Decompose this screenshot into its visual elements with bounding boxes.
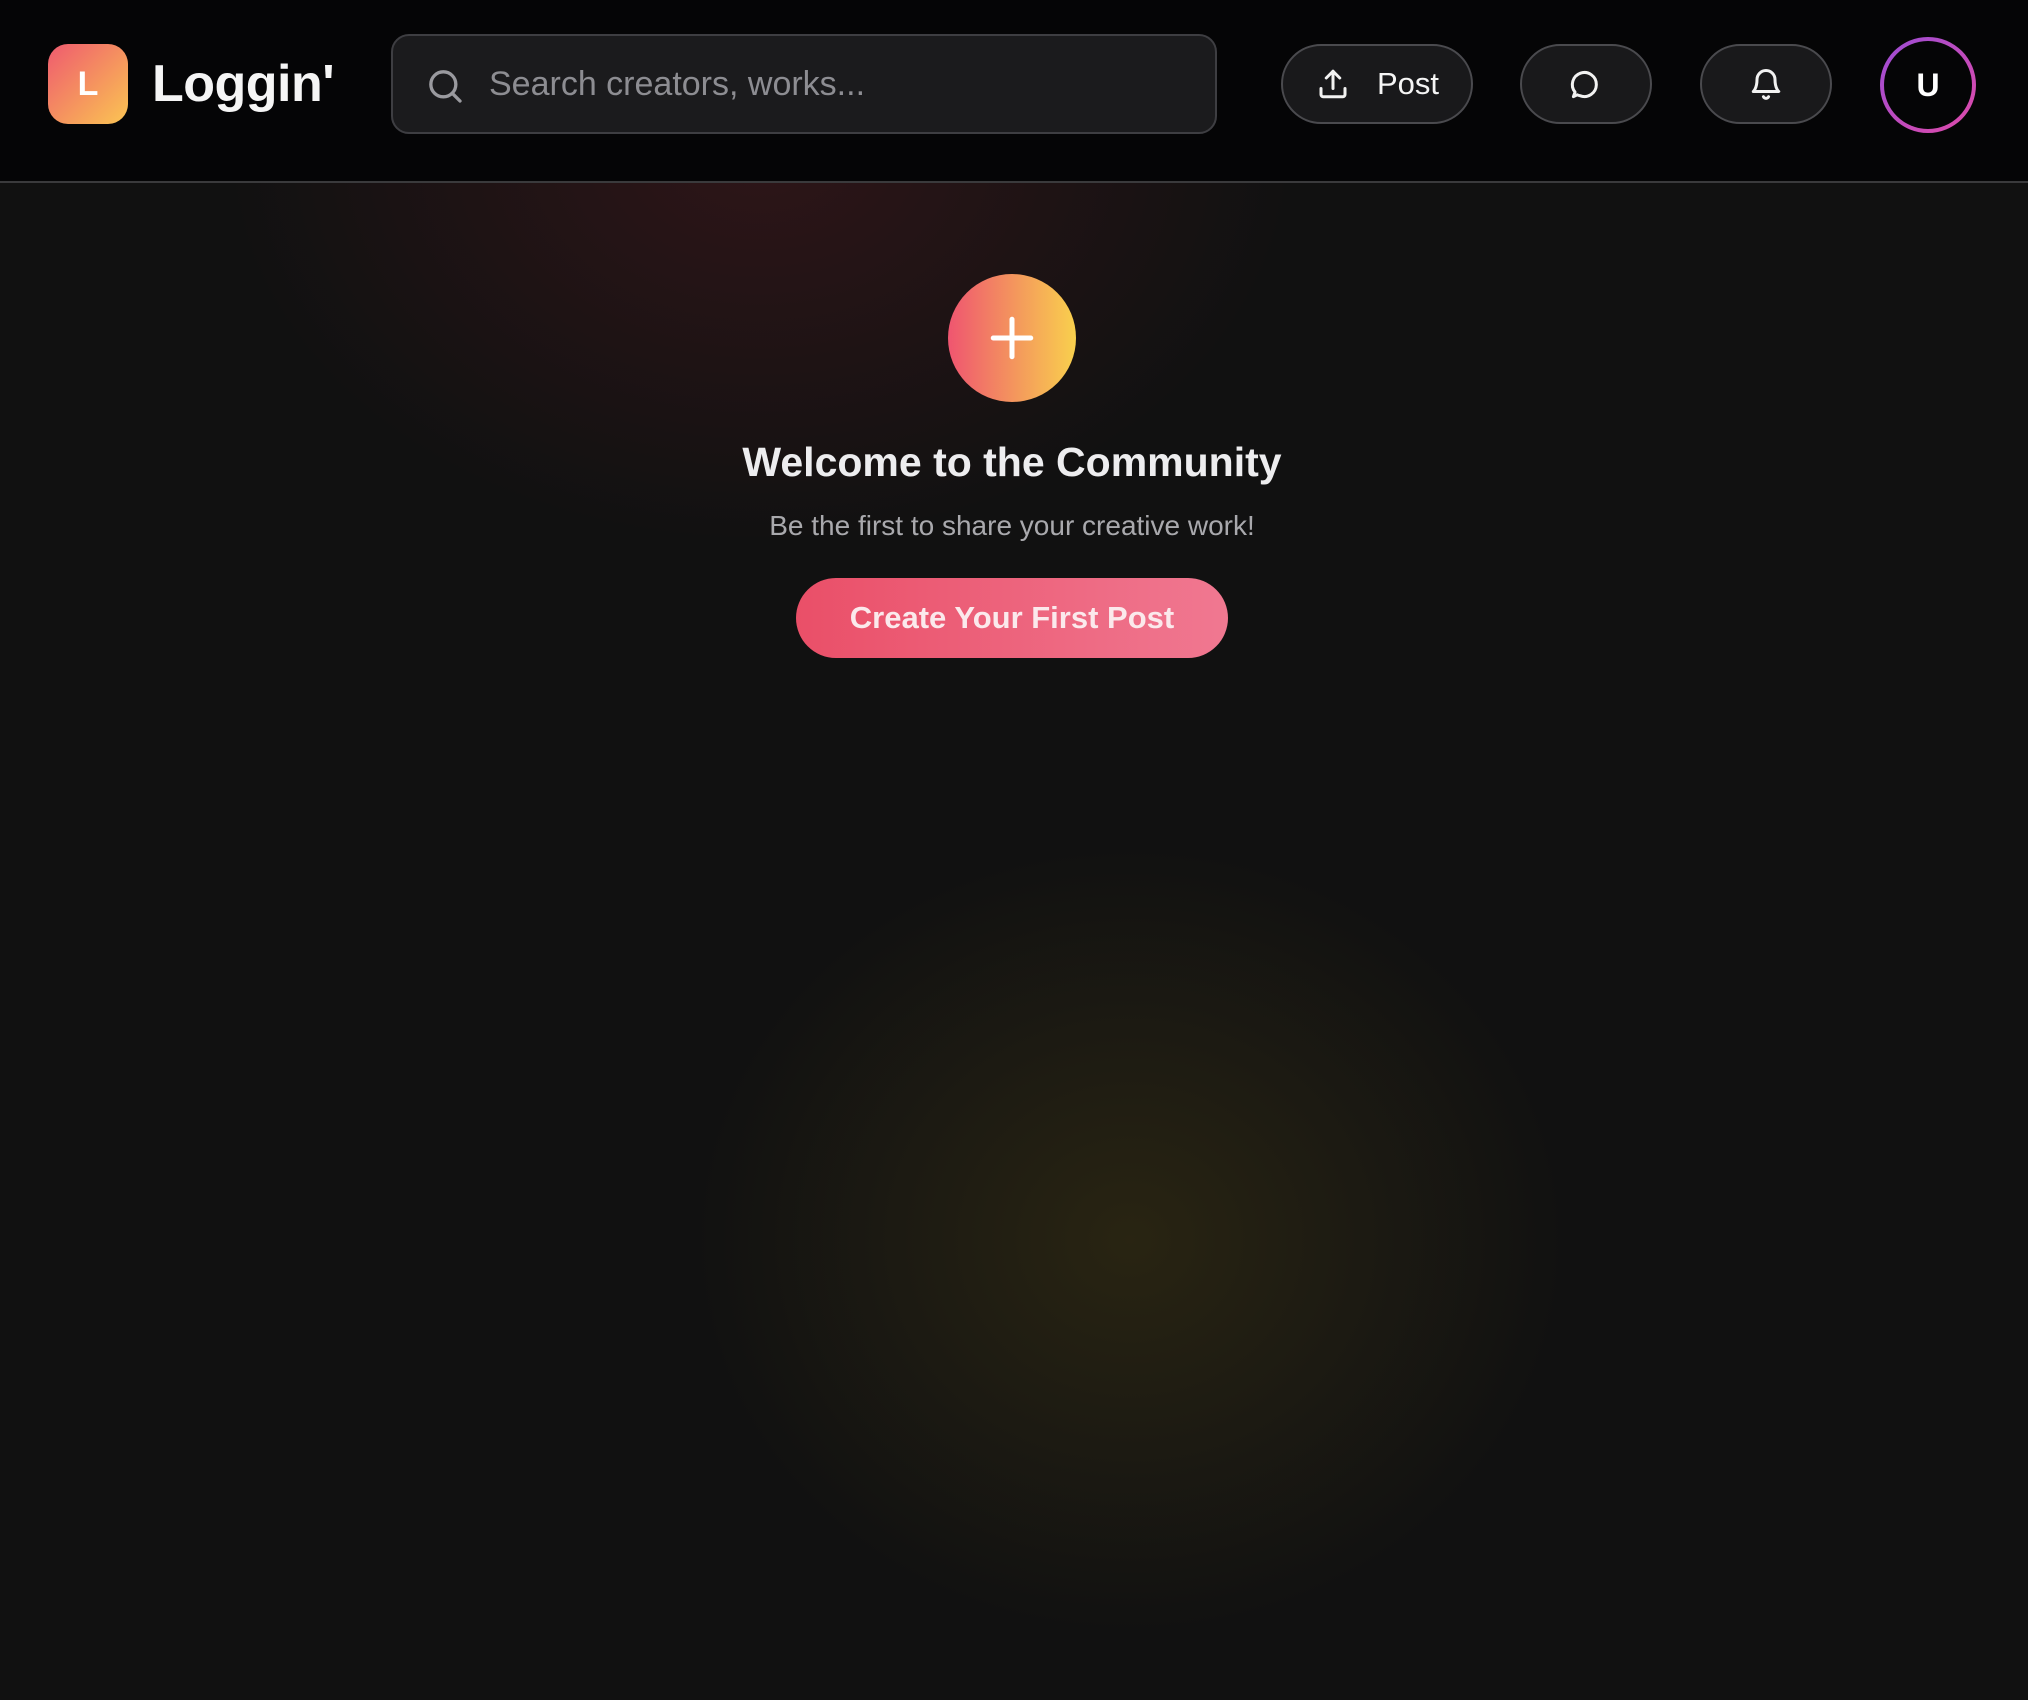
search-input[interactable] <box>489 36 1189 132</box>
user-avatar[interactable]: U <box>1880 37 1976 133</box>
bell-icon <box>1751 69 1781 100</box>
post-button-label: Post <box>1376 66 1440 101</box>
app-name[interactable]: Loggin' <box>152 50 335 118</box>
avatar-initial: U <box>1916 66 1940 103</box>
search-bar[interactable] <box>391 34 1217 134</box>
create-post-circle[interactable] <box>948 274 1076 402</box>
app-root: L Loggin' Post <box>0 0 2028 1700</box>
welcome-subtitle: Be the first to share your creative work… <box>769 510 1255 541</box>
post-button[interactable]: Post <box>1281 44 1473 124</box>
top-header: L Loggin' Post <box>0 0 2028 183</box>
search-icon <box>429 70 462 103</box>
welcome-title: Welcome to the Community <box>742 439 1282 485</box>
logo-letter: L <box>77 64 99 103</box>
upload-icon <box>1319 69 1347 99</box>
messages-button[interactable] <box>1520 44 1652 124</box>
create-first-post-button[interactable]: Create Your First Post <box>796 578 1228 658</box>
logo-badge[interactable]: L <box>48 44 128 124</box>
notifications-button[interactable] <box>1700 44 1832 124</box>
chat-bubble-icon <box>1570 71 1598 99</box>
plus-icon <box>990 316 1034 360</box>
